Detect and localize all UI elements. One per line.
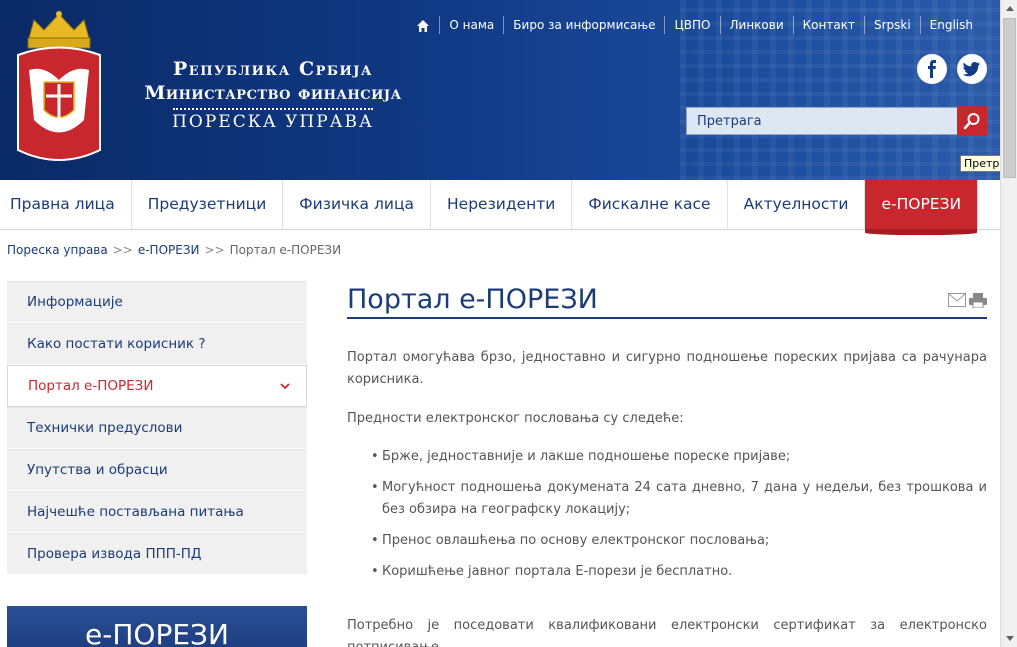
top-navigation: О нама Биро за информисање ЦВПО Линкови … — [407, 15, 982, 35]
main-navigation: Правна лица Предузетници Физичка лица Не… — [0, 180, 1000, 235]
chevron-down-icon — [280, 366, 290, 407]
scrollbar-thumb[interactable] — [1003, 18, 1016, 178]
home-link[interactable] — [407, 16, 439, 34]
nav-entrepreneurs[interactable]: Предузетници — [132, 180, 284, 229]
list-item: Могућност подношења докумената 24 сата д… — [371, 477, 987, 521]
sidebar-item-guides-forms[interactable]: Упутства и обрасци — [7, 449, 307, 491]
breadcrumb: Пореска управа >> е-ПОРЕЗИ >> Портал е-ПОРЕЗ… — [7, 243, 341, 257]
sidebar-item-become-user[interactable]: Како постати корисник ? — [7, 323, 307, 365]
facebook-link[interactable] — [917, 54, 947, 84]
sidebar-item-technical-requirements[interactable]: Технички предуслови — [7, 407, 307, 449]
list-item: Брже, једноставније и лакше подношење по… — [371, 446, 987, 468]
topnav-info-bureau[interactable]: Биро за информисање — [503, 16, 664, 34]
page-title-text: Портал е-ПОРЕЗИ — [347, 284, 598, 315]
vertical-scrollbar[interactable] — [1000, 0, 1017, 647]
breadcrumb-separator: >> — [204, 243, 225, 257]
arrow-down-icon — [1005, 636, 1014, 641]
page-title: Портал е-ПОРЕЗИ — [347, 281, 987, 319]
page-tools — [948, 293, 987, 308]
breadcrumb-link-home[interactable]: Пореска управа — [7, 243, 108, 257]
header-titles: Република Србија Министарство финансија … — [118, 58, 428, 132]
email-icon[interactable] — [948, 293, 966, 307]
site-header: Република Србија Министарство финансија … — [0, 0, 1000, 180]
topnav-lang-english[interactable]: English — [919, 16, 982, 34]
breadcrumb-current: Портал е-ПОРЕЗИ — [229, 243, 342, 257]
sidebar-item-label: Портал е-ПОРЕЗИ — [28, 378, 154, 394]
header-divider — [173, 108, 373, 110]
sidebar-item-ppp-pd-check[interactable]: Провера извода ППП-ПД — [7, 533, 307, 575]
topnav-about[interactable]: О нама — [439, 16, 503, 34]
search-icon — [963, 113, 980, 130]
twitter-icon — [963, 62, 980, 77]
arrow-up-icon — [1005, 6, 1014, 11]
topnav-contact[interactable]: Контакт — [792, 16, 864, 34]
header-title-agency: ПОРЕСКА УПРАВА — [172, 112, 374, 132]
sidebar-menu: Информације Како постати корисник ? Порт… — [7, 281, 307, 575]
page: Република Србија Министарство финансија … — [0, 0, 1017, 647]
scroll-down-button[interactable] — [1001, 630, 1017, 647]
home-icon — [417, 19, 430, 32]
sidebar-item-portal[interactable]: Портал е-ПОРЕЗИ — [7, 365, 307, 407]
nav-legal-entities[interactable]: Правна лица — [0, 180, 132, 229]
twitter-link[interactable] — [957, 54, 987, 84]
print-icon[interactable] — [969, 293, 987, 308]
topnav-links[interactable]: Линкови — [719, 16, 793, 34]
advantages-list: Брже, једноставније и лакше подношење по… — [347, 446, 987, 583]
breadcrumb-separator: >> — [112, 243, 133, 257]
header-title-republic: Република Србија — [173, 58, 373, 80]
topnav-lang-srpski[interactable]: Srpski — [863, 16, 920, 34]
e-porezi-banner[interactable]: е-ПОРЕЗИ — [7, 606, 307, 647]
sidebar-item-information[interactable]: Информације — [7, 281, 307, 323]
nav-news[interactable]: Актуелности — [728, 180, 866, 229]
main-content: Портал е-ПОРЕЗИ Портал омогућава брзо, ј… — [347, 281, 987, 647]
nav-e-porezi[interactable]: е-ПОРЕЗИ — [865, 180, 979, 235]
search-button[interactable] — [957, 106, 987, 136]
header-title-ministry: Министарство финансија — [144, 82, 402, 104]
nav-non-residents[interactable]: Нерезиденти — [431, 180, 573, 229]
advantages-heading: Предности електронског пословања су след… — [347, 411, 684, 426]
breadcrumb-link-e-porezi[interactable]: е-ПОРЕЗИ — [138, 243, 200, 257]
list-item: Коришћење јавног портала Е-порези је бес… — [371, 561, 987, 583]
nav-fiscal-registers[interactable]: Фискалне касе — [572, 180, 728, 229]
scroll-up-button[interactable] — [1001, 0, 1017, 17]
intro-paragraph: Портал омогућава брзо, једноставно и сиг… — [347, 350, 987, 387]
list-item: Пренос овлашћења по основу електронског … — [371, 530, 987, 552]
nav-individuals[interactable]: Физичка лица — [283, 180, 431, 229]
facebook-icon — [928, 60, 936, 78]
coat-of-arms-logo[interactable] — [14, 10, 104, 170]
sidebar-item-faq[interactable]: Најчешће постављана питања — [7, 491, 307, 533]
search-input[interactable]: Претрага — [686, 107, 958, 135]
topnav-cvpo[interactable]: ЦВПО — [664, 16, 719, 34]
certificate-paragraph: Потребно је поседовати квалификовани еле… — [347, 618, 987, 647]
